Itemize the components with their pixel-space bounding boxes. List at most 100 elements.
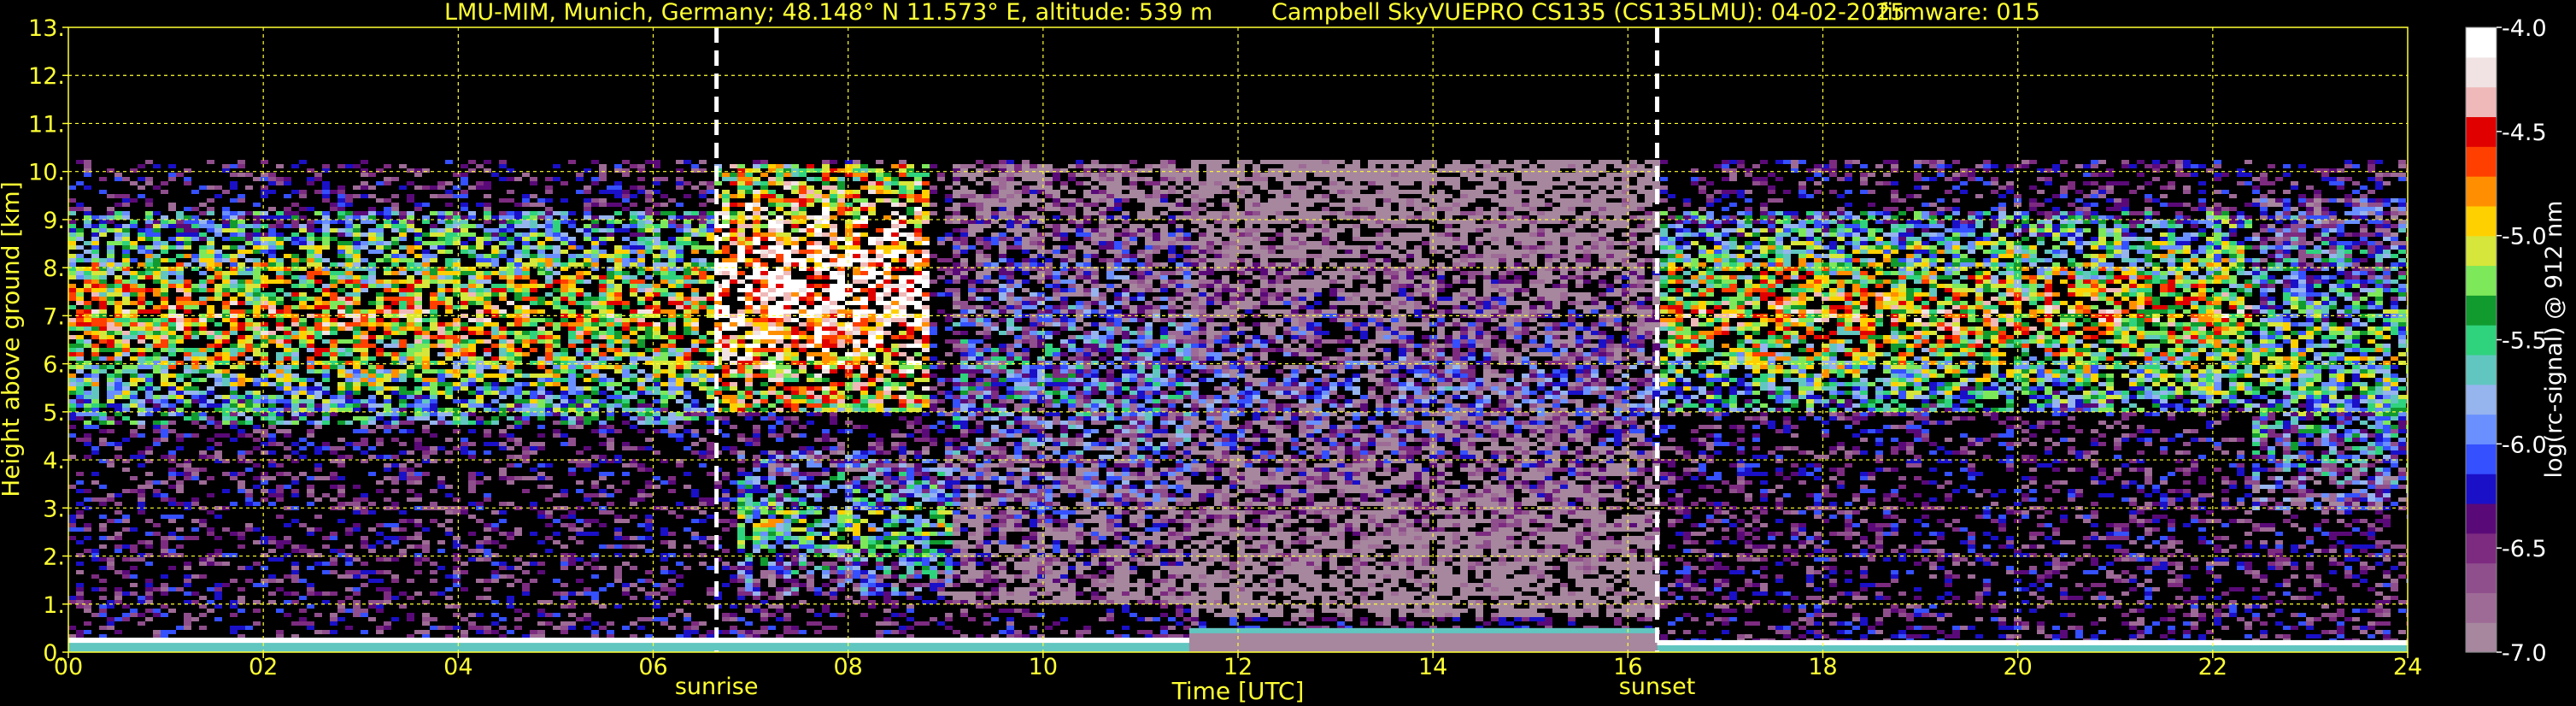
heatmap-cell bbox=[545, 318, 553, 322]
heatmap-cell bbox=[330, 617, 337, 621]
heatmap-cell bbox=[238, 309, 245, 314]
heatmap-cell bbox=[138, 421, 145, 425]
heatmap-cell bbox=[737, 177, 745, 181]
heatmap-cell bbox=[84, 160, 91, 164]
heatmap-cell bbox=[122, 232, 130, 237]
heatmap-cell bbox=[261, 327, 268, 331]
heatmap-cell bbox=[299, 258, 307, 262]
heatmap-cell bbox=[145, 391, 153, 395]
heatmap-cell bbox=[268, 279, 276, 284]
heatmap-cell bbox=[214, 344, 222, 348]
heatmap-cell bbox=[599, 604, 607, 609]
heatmap-cell bbox=[737, 322, 745, 327]
heatmap-cell bbox=[153, 429, 161, 433]
heatmap-cell bbox=[630, 356, 637, 361]
heatmap-cell bbox=[676, 348, 684, 352]
heatmap-cell bbox=[199, 596, 207, 600]
heatmap-cell bbox=[699, 301, 707, 305]
heatmap-cell bbox=[153, 232, 161, 237]
heatmap-cell bbox=[107, 262, 114, 267]
heatmap-cell bbox=[422, 617, 430, 621]
heatmap-cell bbox=[591, 224, 599, 228]
heatmap-cell bbox=[676, 386, 684, 391]
heatmap-cell bbox=[560, 391, 568, 395]
heatmap-cell bbox=[284, 386, 291, 391]
heatmap-cell bbox=[653, 352, 660, 356]
heatmap-cell bbox=[684, 224, 691, 228]
heatmap-cell bbox=[737, 527, 745, 532]
heatmap-cell bbox=[291, 322, 299, 327]
heatmap-cell bbox=[361, 369, 368, 374]
heatmap-cell bbox=[91, 237, 99, 241]
heatmap-cell bbox=[114, 301, 122, 305]
heatmap-cell bbox=[568, 237, 576, 241]
heatmap-cell bbox=[645, 275, 653, 279]
heatmap-cell bbox=[68, 284, 76, 288]
heatmap-cell bbox=[376, 570, 384, 574]
heatmap-cell bbox=[637, 279, 645, 284]
heatmap-cell bbox=[330, 322, 337, 327]
heatmap-cell bbox=[637, 250, 645, 254]
heatmap-cell bbox=[622, 301, 630, 305]
heatmap-cell bbox=[453, 386, 461, 391]
heatmap-cell bbox=[614, 288, 622, 292]
heatmap-cell bbox=[76, 322, 84, 327]
heatmap-cell bbox=[607, 403, 614, 408]
heatmap-cell bbox=[591, 365, 599, 369]
heatmap-cell bbox=[368, 318, 376, 322]
heatmap-cell bbox=[353, 399, 361, 403]
heatmap-cell bbox=[691, 429, 699, 433]
heatmap-cell bbox=[253, 429, 261, 433]
heatmap-cell bbox=[422, 416, 430, 421]
heatmap-cell bbox=[345, 386, 353, 391]
heatmap-cell bbox=[668, 250, 676, 254]
heatmap-cell bbox=[630, 331, 637, 335]
heatmap-cell bbox=[737, 438, 745, 442]
heatmap-cell bbox=[214, 604, 222, 609]
heatmap-cell bbox=[153, 211, 161, 215]
heatmap-cell bbox=[384, 207, 391, 211]
heatmap-cell bbox=[261, 497, 268, 502]
heatmap-cell bbox=[437, 245, 445, 250]
heatmap-cell bbox=[514, 177, 522, 181]
heatmap-cell bbox=[330, 203, 337, 207]
heatmap-cell bbox=[722, 245, 730, 250]
heatmap-cell bbox=[476, 284, 484, 288]
heatmap-cell bbox=[253, 403, 261, 408]
heatmap-cell bbox=[491, 254, 499, 258]
heatmap-cell bbox=[184, 241, 191, 245]
heatmap-cell bbox=[145, 485, 153, 489]
heatmap-cell bbox=[176, 245, 184, 250]
heatmap-cell bbox=[330, 271, 337, 275]
heatmap-cell bbox=[184, 254, 191, 258]
heatmap-cell bbox=[153, 262, 161, 267]
heatmap-cell bbox=[584, 318, 591, 322]
heatmap-cell bbox=[507, 480, 514, 485]
heatmap-cell bbox=[399, 344, 407, 348]
heatmap-cell bbox=[637, 489, 645, 493]
heatmap-cell bbox=[422, 412, 430, 416]
heatmap-cell bbox=[461, 344, 468, 348]
heatmap-cell bbox=[314, 297, 322, 301]
heatmap-cell bbox=[607, 344, 614, 348]
heatmap-cell bbox=[130, 271, 138, 275]
heatmap-cell bbox=[199, 480, 207, 485]
heatmap-cell bbox=[384, 305, 391, 309]
heatmap-cell bbox=[384, 621, 391, 626]
heatmap-cell bbox=[384, 395, 391, 399]
heatmap-cell bbox=[91, 309, 99, 314]
heatmap-cell bbox=[691, 532, 699, 536]
heatmap-cell bbox=[707, 630, 714, 634]
heatmap-cell bbox=[368, 544, 376, 549]
heatmap-cell bbox=[299, 344, 307, 348]
heatmap-cell bbox=[330, 395, 337, 399]
heatmap-cell bbox=[107, 493, 114, 497]
heatmap-cell bbox=[245, 348, 253, 352]
heatmap-cell bbox=[453, 284, 461, 288]
heatmap-cell bbox=[176, 288, 184, 292]
heatmap-cell bbox=[168, 348, 176, 352]
heatmap-cell bbox=[399, 327, 407, 331]
heatmap-cell bbox=[445, 279, 453, 284]
heatmap-cell bbox=[76, 395, 84, 399]
heatmap-cell bbox=[368, 275, 376, 279]
